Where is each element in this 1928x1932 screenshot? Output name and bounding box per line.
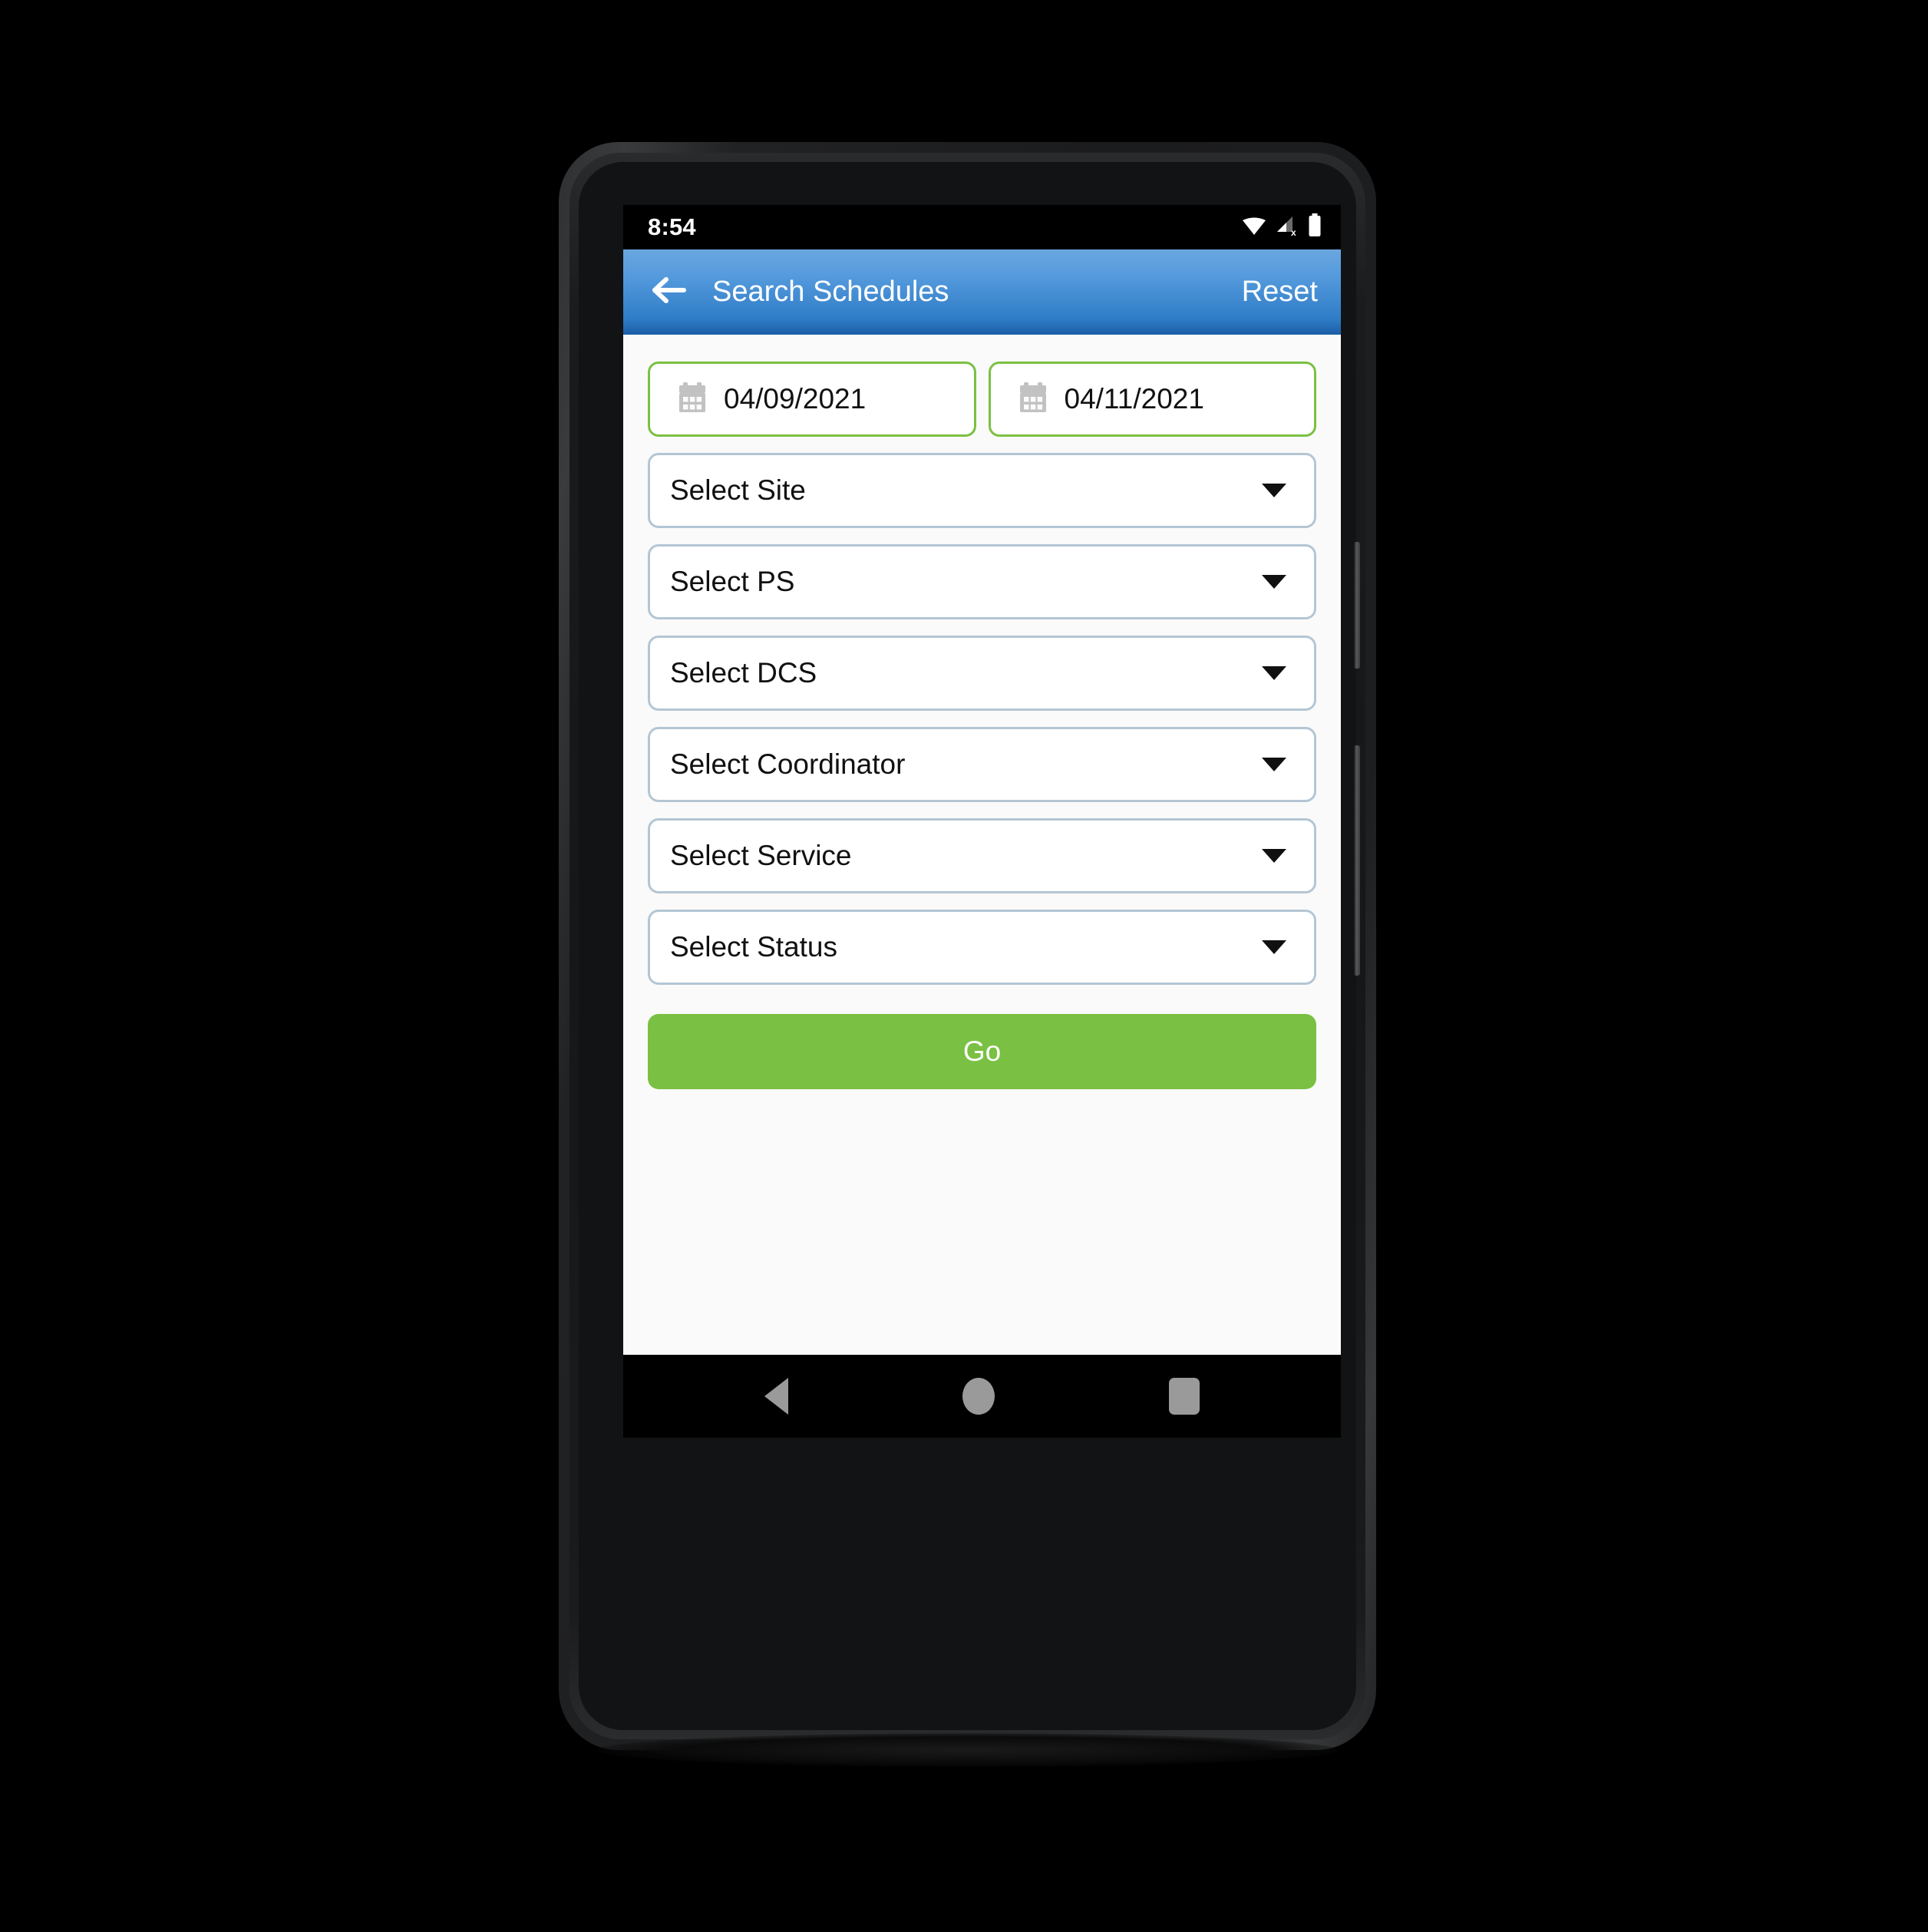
app-bar: Search Schedules Reset xyxy=(623,249,1341,335)
phone-screen: 8:54 x Search Schedules Reset 04/09/2021… xyxy=(623,205,1341,1438)
chevron-down-icon xyxy=(1262,758,1286,771)
select-dcs-label: Select DCS xyxy=(670,657,817,689)
cellular-signal-no-sim-icon: x xyxy=(1274,215,1300,240)
go-button[interactable]: Go xyxy=(648,1014,1316,1089)
calendar-icon xyxy=(678,381,707,417)
date-range-row: 04/09/2021 04/11/2021 xyxy=(648,362,1316,437)
select-site-dropdown[interactable]: Select Site xyxy=(648,453,1316,528)
select-ps-dropdown[interactable]: Select PS xyxy=(648,544,1316,619)
back-arrow-button[interactable] xyxy=(648,271,691,314)
status-bar-clock: 8:54 xyxy=(648,213,696,240)
chevron-down-icon xyxy=(1262,575,1286,589)
select-status-dropdown[interactable]: Select Status xyxy=(648,910,1316,985)
power-button[interactable] xyxy=(1354,542,1360,669)
battery-full-icon xyxy=(1307,213,1322,241)
select-service-dropdown[interactable]: Select Service xyxy=(648,818,1316,893)
chevron-down-icon xyxy=(1262,849,1286,863)
status-bar: 8:54 x xyxy=(623,205,1341,249)
select-ps-label: Select PS xyxy=(670,566,795,597)
chevron-down-icon xyxy=(1262,940,1286,954)
volume-button[interactable] xyxy=(1354,745,1360,976)
status-bar-icons: x xyxy=(1241,213,1322,241)
page-title: Search Schedules xyxy=(712,276,949,308)
select-coordinator-label: Select Coordinator xyxy=(670,748,906,780)
phone-device-frame: 8:54 x Search Schedules Reset 04/09/2021… xyxy=(559,142,1376,1750)
device-face: 8:54 x Search Schedules Reset 04/09/2021… xyxy=(579,162,1360,1730)
wifi-icon xyxy=(1241,216,1267,239)
device-shadow xyxy=(597,1733,1338,1767)
end-date-value: 04/11/2021 xyxy=(1064,383,1204,414)
select-status-label: Select Status xyxy=(670,931,838,963)
svg-text:x: x xyxy=(1291,227,1296,236)
select-coordinator-dropdown[interactable]: Select Coordinator xyxy=(648,727,1316,802)
start-date-field[interactable]: 04/09/2021 xyxy=(648,362,976,437)
start-date-value: 04/09/2021 xyxy=(724,383,867,414)
search-form: 04/09/2021 04/11/2021 Select Site Select… xyxy=(623,335,1341,1355)
end-date-field[interactable]: 04/11/2021 xyxy=(988,362,1316,437)
chevron-down-icon xyxy=(1262,484,1286,497)
android-navigation-bar xyxy=(623,1355,1341,1438)
go-button-label: Go xyxy=(962,1035,1002,1067)
recents-square-icon[interactable] xyxy=(1169,1378,1200,1415)
reset-button[interactable]: Reset xyxy=(1242,276,1318,309)
select-dcs-dropdown[interactable]: Select DCS xyxy=(648,636,1316,711)
back-triangle-icon[interactable] xyxy=(764,1378,788,1415)
arrow-left-icon xyxy=(652,276,687,309)
select-service-label: Select Service xyxy=(670,840,852,871)
calendar-icon xyxy=(1018,381,1048,417)
chevron-down-icon xyxy=(1262,666,1286,680)
home-circle-icon[interactable] xyxy=(962,1378,995,1415)
select-site-label: Select Site xyxy=(670,474,806,506)
